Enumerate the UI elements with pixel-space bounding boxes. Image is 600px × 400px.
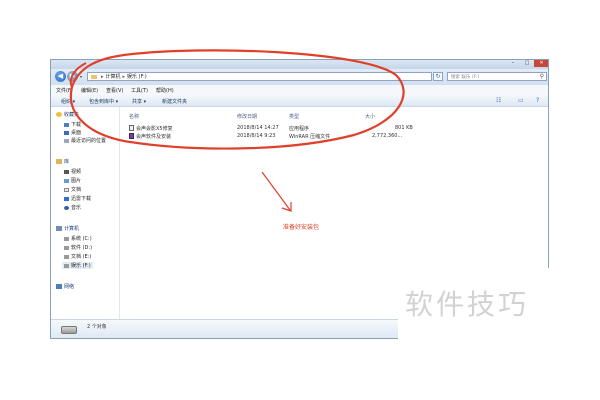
nav-item-recent[interactable]: 最近访问的位置 [64,137,106,144]
nav-item-label: 下载 [71,122,82,128]
nav-computer[interactable]: 计算机 [56,225,79,232]
download-icon [64,122,69,127]
drive-icon [64,245,69,250]
library-icon [56,159,62,164]
desktop-icon [64,130,69,135]
drive-icon [64,236,69,241]
column-header-size[interactable]: 大小 [365,113,375,120]
nav-item-documents[interactable]: 文档 [64,186,81,193]
pictures-icon [64,178,69,183]
nav-favorites[interactable]: 收藏夹 [56,111,79,118]
drive-icon [64,263,69,268]
nav-libraries[interactable]: 库 [56,158,69,165]
drive-icon [64,254,69,259]
search-placeholder: 搜索 娱乐 (F:) [451,75,480,80]
column-header-modified[interactable]: 修改日期 [237,113,257,120]
share-button[interactable]: 共享 ▾ [132,98,146,105]
nav-item-music[interactable]: 音乐 [64,204,81,211]
nav-item-thunder[interactable]: 迅雷下载 [64,195,91,202]
menu-tools[interactable]: 工具(T) [131,87,148,94]
nav-item-desktop[interactable]: 桌面 [64,129,81,136]
folder-icon [91,74,97,79]
nav-item-label: 娱乐 (F:) [71,263,91,269]
table-row[interactable]: 会声软件及安装 2018/8/14 9:23 WinRAR 压缩文件 2,772… [120,132,548,140]
address-bar-row: ◀ ▶ ▾ ▸ 计算机 ▸ 娱乐 (F:) ↻ 搜索 娱乐 (F:) ⚲ [51,69,548,85]
file-size: 801 KB [395,125,413,131]
organize-button[interactable]: 组织 ▾ [61,98,75,105]
nav-item-label: 文档 (E:) [71,254,92,260]
nav-item-label: 软件 (D:) [71,245,93,251]
menu-edit[interactable]: 编辑(E) [81,87,98,94]
title-bar: – □ ✕ [51,60,548,69]
nav-item-drive-c[interactable]: 系统 (C:) [64,235,92,242]
file-modified: 2018/8/14 14:27 [237,125,279,131]
video-icon [64,169,69,174]
nav-item-drive-d[interactable]: 软件 (D:) [64,244,92,251]
menu-bar: 文件(F) 编辑(E) 查看(V) 工具(T) 帮助(H) [51,85,548,95]
file-type: WinRAR 压缩文件 [289,134,331,140]
close-button[interactable]: ✕ [534,60,548,67]
nav-item-pictures[interactable]: 图片 [64,177,81,184]
nav-computer-label: 计算机 [64,226,80,232]
nav-item-drive-f[interactable]: 娱乐 (F:) [62,262,93,269]
watermark-text: 软件技巧 [405,288,530,321]
nav-item-label: 桌面 [71,130,82,136]
nav-item-label: 图片 [71,178,82,184]
address-field[interactable]: ▸ 计算机 ▸ 娱乐 (F:) [87,72,432,81]
nav-item-label: 音乐 [71,205,82,211]
drive-icon [61,326,77,334]
forward-button[interactable]: ▶ [67,71,78,82]
search-icon[interactable]: ⚲ [540,73,544,80]
table-row[interactable]: 会声会影X5修复 2018/8/14 14:27 应用程序 801 KB [120,124,548,132]
nav-item-downloads[interactable]: 下载 [64,121,81,128]
column-header-type[interactable]: 类型 [289,113,299,120]
breadcrumb-current[interactable]: 娱乐 (F:) [127,74,147,80]
thunder-download-icon [64,196,69,201]
star-icon [56,112,62,117]
file-modified: 2018/8/14 9:23 [237,133,276,139]
nav-item-drive-e[interactable]: 文档 (E:) [64,253,91,260]
history-dropdown-icon[interactable]: ▾ [80,74,82,79]
column-header-name[interactable]: 名称 [129,113,139,120]
nav-item-videos[interactable]: 视频 [64,168,81,175]
rar-archive-icon [129,133,134,139]
maximize-button[interactable]: □ [520,60,534,67]
item-count: 2 个对象 [87,324,107,330]
file-size: 2,772,360... [372,133,403,139]
navigation-pane: 收藏夹 下载 桌面 最近访问的位置 库 视频 图片 文档 迅雷下载 音乐 计算机… [51,107,120,319]
application-icon [129,125,134,131]
menu-file[interactable]: 文件(F) [56,87,73,94]
menu-help[interactable]: 帮助(H) [156,87,174,94]
back-button[interactable]: ◀ [55,71,66,82]
view-options-icon[interactable]: ☷ [496,97,501,104]
nav-item-label: 迅雷下载 [71,196,92,202]
nav-libraries-label: 库 [64,159,70,165]
file-name: 会声软件及安装 [136,134,172,140]
network-icon [56,284,62,289]
nav-item-label: 最近访问的位置 [71,138,107,144]
file-type: 应用程序 [289,126,310,132]
new-folder-button[interactable]: 新建文件夹 [162,98,187,105]
minimize-button[interactable]: – [506,60,520,67]
music-icon [64,205,69,210]
nav-favorites-label: 收藏夹 [64,112,80,118]
nav-network[interactable]: 网络 [56,283,74,290]
refresh-icon[interactable]: ↻ [433,72,443,81]
document-icon [64,187,69,192]
include-in-library-button[interactable]: 包含到库中 ▾ [89,98,118,105]
breadcrumb-computer[interactable]: 计算机 [106,74,121,80]
nav-item-label: 文档 [71,187,82,193]
command-bar: 组织 ▾ 包含到库中 ▾ 共享 ▾ 新建文件夹 ☷ ▭ ? [51,95,548,107]
menu-view[interactable]: 查看(V) [106,87,123,94]
nav-network-label: 网络 [64,284,75,290]
computer-icon [56,226,62,231]
preview-pane-icon[interactable]: ▭ [518,97,524,104]
nav-item-label: 系统 (C:) [71,236,92,242]
nav-item-label: 视频 [71,169,82,175]
recent-places-icon [64,138,69,143]
search-input[interactable]: 搜索 娱乐 (F:) ⚲ [447,72,547,81]
file-name: 会声会影X5修复 [136,126,173,132]
help-icon[interactable]: ? [536,97,539,104]
annotation-label: 准备好安装包 [283,224,320,231]
